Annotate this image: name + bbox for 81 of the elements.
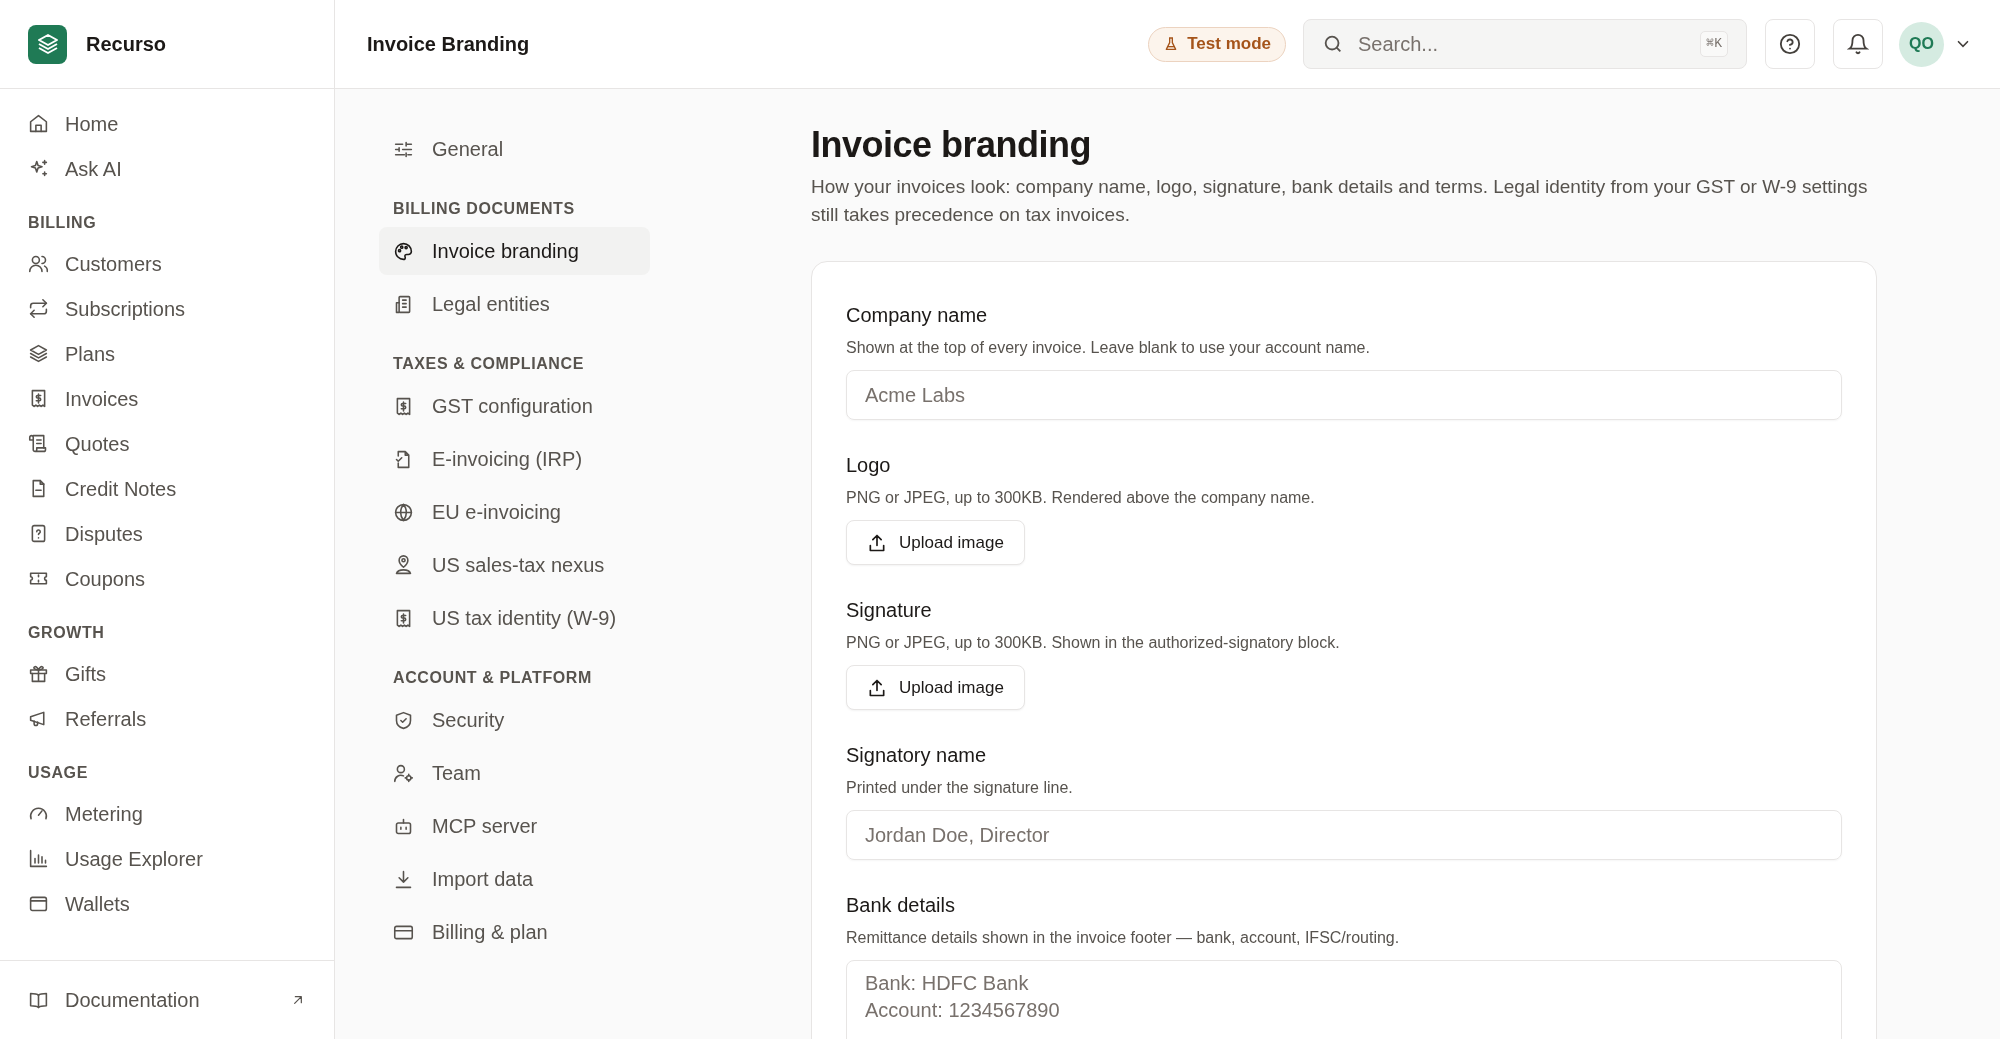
upload-button[interactable]: Upload image — [846, 520, 1025, 565]
sidebar-item[interactable]: Credit Notes — [28, 466, 306, 511]
settings-nav-item[interactable]: GST configuration — [379, 382, 650, 430]
settings-nav-item[interactable]: US sales-tax nexus — [379, 541, 650, 589]
field-hint: PNG or JPEG, up to 300KB. Rendered above the company name. — [846, 488, 1316, 508]
section-label: USAGE — [28, 763, 89, 783]
settings-nav-item[interactable]: General — [379, 125, 650, 173]
field-label: Logo — [846, 453, 892, 478]
page-title: Invoice Branding — [367, 32, 531, 57]
sidebar-item[interactable]: Gifts — [28, 651, 306, 696]
location-person-icon — [393, 554, 414, 576]
field-label: Company name — [846, 303, 989, 328]
section-label: ACCOUNT & PLATFORM — [392, 668, 593, 688]
field-label: Signature — [846, 598, 933, 623]
input-field[interactable]: Jordan Doe, Director — [846, 810, 1842, 860]
sidebar-item[interactable]: Subscriptions — [28, 286, 306, 331]
shield-icon — [393, 709, 414, 731]
upload-icon — [867, 532, 887, 553]
section-description: How your invoices look: company name, logo, signature, bank details and terms. Legal identity from your GST or W-9 settings still takes precedence on tax invoices. — [811, 175, 1869, 227]
sidebar-item[interactable]: Plans — [28, 331, 306, 376]
scroll-icon — [28, 433, 49, 454]
sidebar-item[interactable]: Metering — [28, 791, 306, 836]
section-label: BILLING DOCUMENTS — [392, 199, 576, 219]
bar-chart-icon — [28, 848, 49, 869]
sidebar-item[interactable]: Referrals — [28, 696, 306, 741]
globe-icon — [393, 501, 414, 523]
users-icon — [28, 253, 49, 274]
help-button[interactable] — [1765, 19, 1815, 69]
sidebar-item[interactable]: Disputes — [28, 511, 306, 556]
field-hint: PNG or JPEG, up to 300KB. Shown in the authorized-signatory block. — [846, 633, 1341, 653]
settings-nav-item[interactable]: Import data — [379, 855, 650, 903]
field-label: Signatory name — [846, 743, 988, 768]
sidebar-item[interactable]: Usage Explorer — [28, 836, 306, 881]
palette-icon — [393, 240, 414, 262]
user-gear-icon — [393, 762, 414, 784]
sidebar-item[interactable]: Coupons — [28, 556, 306, 601]
settings-nav-item[interactable]: E-invoicing (IRP) — [379, 435, 650, 483]
sidebar-item[interactable]: Invoices — [28, 376, 306, 421]
settings-nav-item[interactable]: EU e-invoicing — [379, 488, 650, 536]
field-hint: Shown at the top of every invoice. Leave blank to use your account name. — [846, 338, 1371, 358]
search-box[interactable]: Search... ⌘K — [1303, 19, 1747, 69]
section-heading: Invoice branding — [811, 123, 1093, 167]
section-label: GROWTH — [28, 623, 106, 643]
field-label: Bank details — [846, 893, 956, 918]
logo-icon — [28, 24, 67, 64]
section-label: BILLING — [28, 213, 98, 233]
download-icon — [393, 868, 414, 890]
layers-icon — [28, 343, 49, 364]
arrows-icon — [28, 298, 49, 319]
settings-nav-item[interactable]: Billing & plan — [379, 908, 650, 956]
sidebar-item[interactable]: Quotes — [28, 421, 306, 466]
documentation-link[interactable]: Documentation — [28, 985, 306, 1015]
test-mode-badge: Test mode — [1148, 26, 1286, 62]
settings-nav-item[interactable]: Security — [379, 696, 650, 744]
input-field[interactable]: Bank: HDFC Bank Account: 1234567890 — [846, 960, 1842, 1039]
settings-nav-item[interactable]: Team — [379, 749, 650, 797]
settings-nav-item[interactable]: US tax identity (W-9) — [379, 594, 650, 642]
settings-nav-item[interactable]: MCP server — [379, 802, 650, 850]
bell-icon — [1847, 33, 1869, 55]
gift-icon — [28, 663, 49, 684]
upload-button[interactable]: Upload image — [846, 665, 1025, 710]
sidebar-item[interactable]: Customers — [28, 241, 306, 286]
section-label: TAXES & COMPLIANCE — [392, 354, 585, 374]
field-hint: Remittance details shown in the invoice footer — bank, account, IFSC/routing. — [846, 928, 1401, 948]
settings-nav-item[interactable]: Legal entities — [379, 280, 650, 328]
sidebar-item[interactable]: Ask AI — [28, 146, 306, 191]
upload-icon — [867, 677, 887, 698]
input-field[interactable]: Acme Labs — [846, 370, 1842, 420]
settings-nav-item[interactable]: Invoice branding — [379, 227, 650, 275]
notifications-button[interactable] — [1833, 19, 1883, 69]
sidebar-item[interactable]: Wallets — [28, 881, 306, 926]
search-icon — [1322, 33, 1344, 55]
home-icon — [28, 113, 49, 134]
sparkles-icon — [28, 158, 49, 179]
user-avatar[interactable]: QO — [1899, 21, 1944, 67]
app-name: Recurso — [86, 32, 167, 57]
field-hint: Printed under the signature line. — [846, 778, 1074, 798]
sidebar-item[interactable]: Home — [28, 101, 306, 146]
shortcut-hint: ⌘K — [1700, 31, 1728, 57]
search-field[interactable]: Search... — [1358, 29, 1687, 59]
help-icon — [1779, 33, 1801, 55]
